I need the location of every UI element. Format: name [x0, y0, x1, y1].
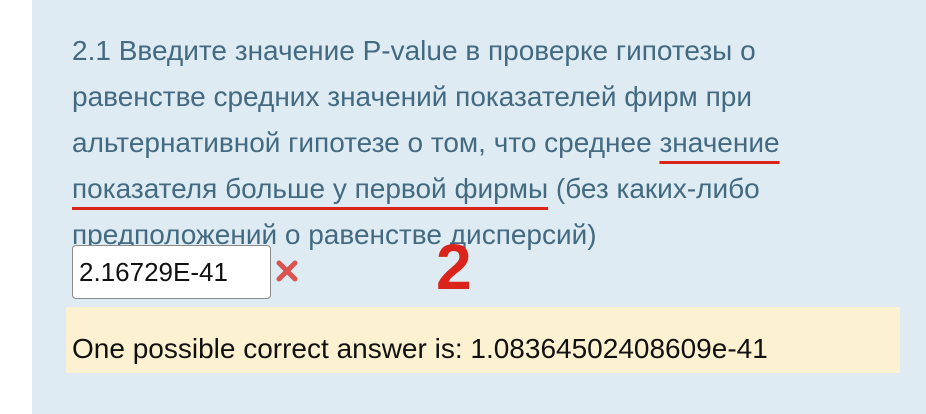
- page: 2.1 Введите значение P-value в проверке …: [0, 0, 926, 414]
- question-text-start: 2.1 Введите значение P-value в проверке …: [72, 35, 756, 158]
- answer-input[interactable]: [72, 245, 271, 299]
- incorrect-cross-icon: [276, 260, 298, 282]
- question-text: 2.1 Введите значение P-value в проверке …: [72, 28, 872, 258]
- annotation-number: 2: [436, 231, 472, 303]
- correct-answer-feedback: One possible correct answer is: 1.083645…: [66, 307, 900, 373]
